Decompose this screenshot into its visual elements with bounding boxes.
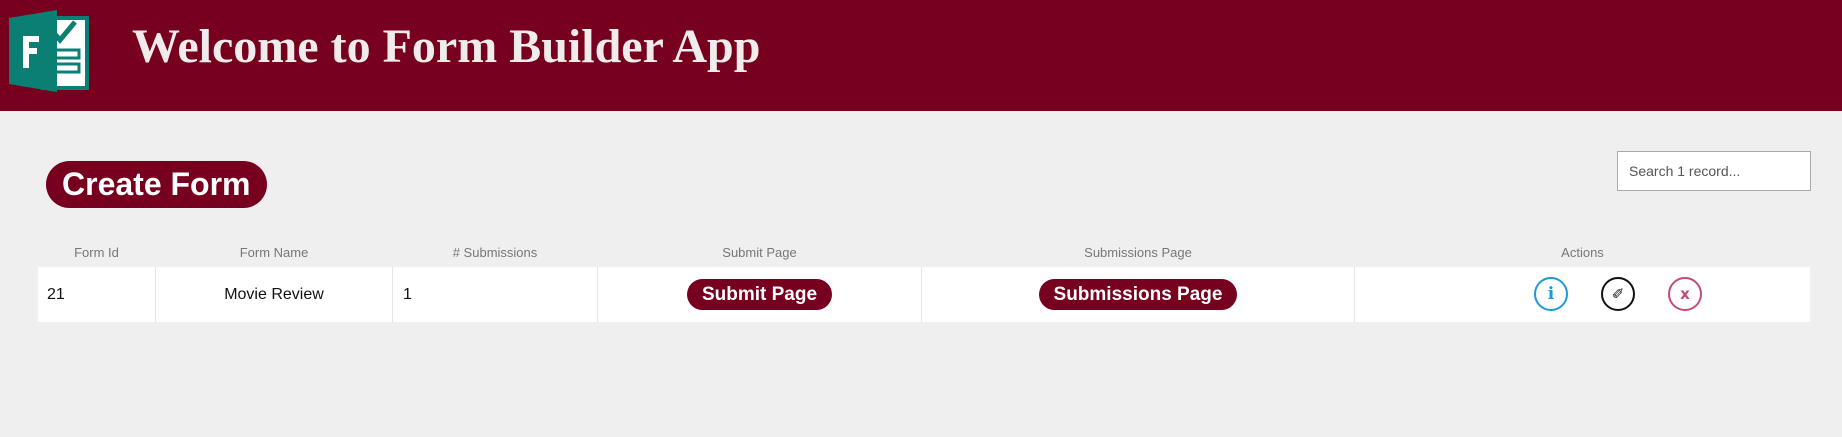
submit-page-button[interactable]: Submit Page [686, 279, 833, 310]
submissions-page-button[interactable]: Submissions Page [1038, 279, 1238, 310]
column-header-submissions: # Submissions [452, 245, 538, 260]
cell-submissions-page: Submissions Page [922, 267, 1355, 322]
cell-submit-page: Submit Page [598, 267, 922, 322]
cell-form-name: Movie Review [156, 267, 393, 322]
app-header: Welcome to Form Builder App [0, 0, 1842, 111]
table-row: 21 Movie Review 1 Submit Page Submission… [38, 267, 1810, 322]
cell-submissions-count: 1 [393, 267, 598, 322]
create-form-button[interactable]: Create Form [46, 161, 267, 208]
page-title: Welcome to Form Builder App [132, 20, 761, 73]
cell-form-id: 21 [38, 267, 156, 322]
delete-icon[interactable]: x [1668, 277, 1702, 311]
column-header-submit-page: Submit Page [722, 245, 797, 260]
column-header-submissions-page: Submissions Page [1084, 245, 1192, 260]
column-header-form-name: Form Name [239, 245, 309, 260]
column-header-form-id: Form Id [74, 245, 119, 260]
cell-actions: ℹ ✐ x [1355, 267, 1810, 322]
search-input[interactable] [1617, 151, 1811, 191]
forms-logo-icon [9, 10, 89, 92]
info-icon[interactable]: ℹ [1534, 277, 1568, 311]
edit-icon[interactable]: ✐ [1601, 277, 1635, 311]
column-header-actions: Actions [1561, 245, 1604, 260]
